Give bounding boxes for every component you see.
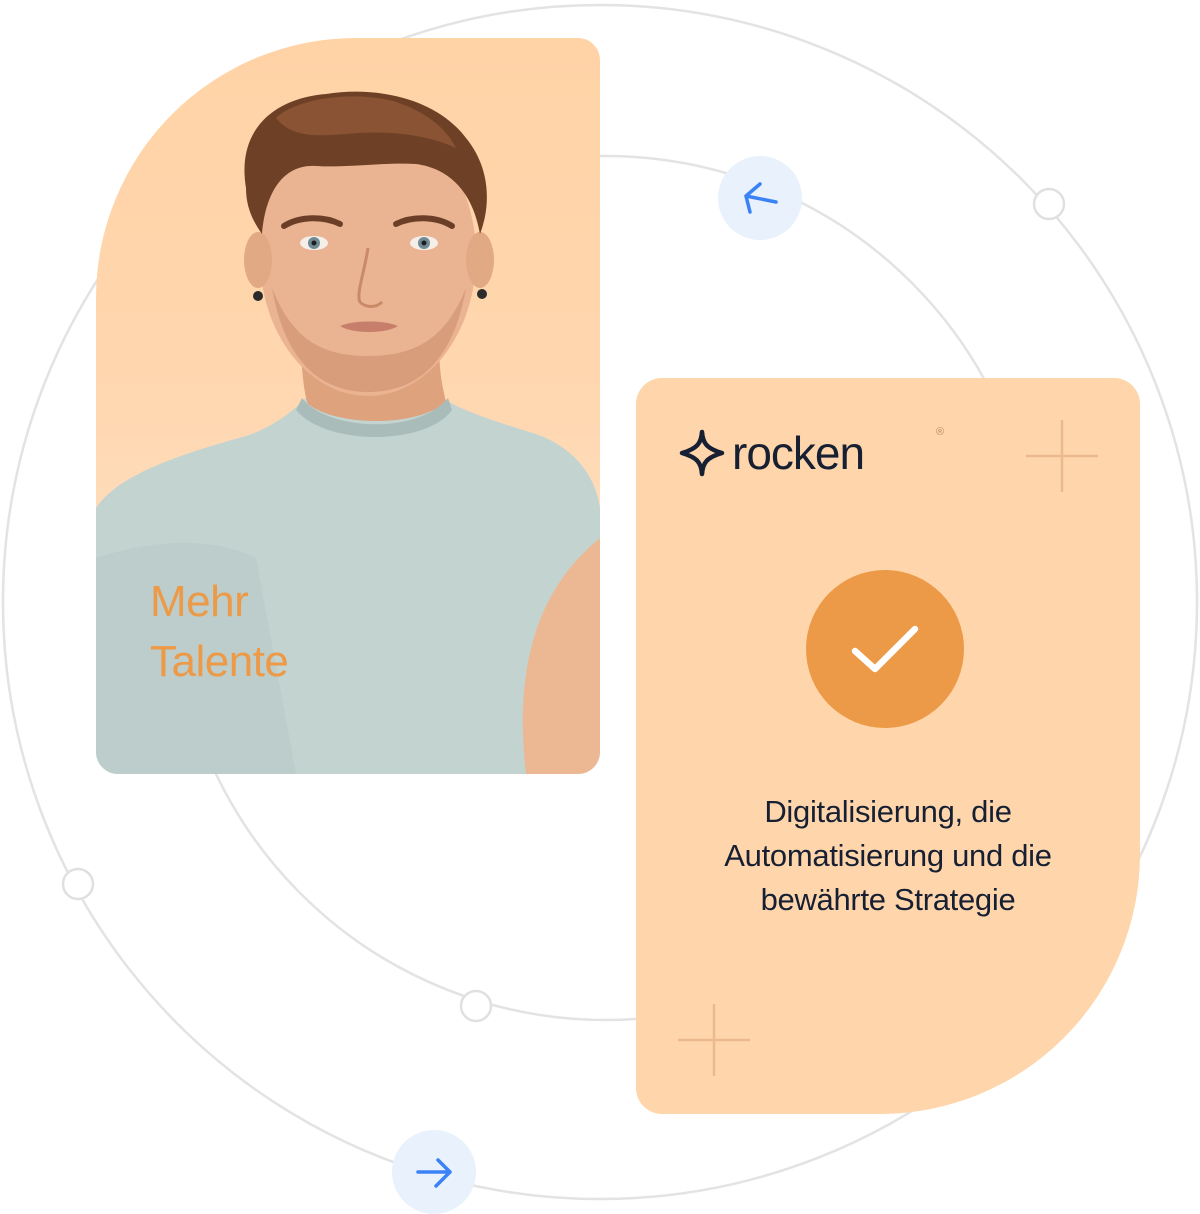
brand-name: rocken	[732, 427, 865, 479]
orbit-node	[1032, 187, 1066, 221]
arrow-left-icon	[744, 182, 778, 214]
registered-mark: ®	[936, 426, 945, 438]
success-badge	[806, 570, 964, 728]
rocken-logo: rocken ®	[678, 426, 944, 479]
talent-photo-card: Mehr Talente	[96, 38, 600, 774]
info-description: Digitalisierung, die Automatisierung und…	[656, 790, 1120, 922]
plus-decoration-icon	[1026, 420, 1098, 492]
caption-line: Mehr	[150, 577, 249, 626]
photo-caption: Mehr Talente	[150, 572, 289, 692]
next-button[interactable]	[392, 1130, 476, 1214]
info-line: Automatisierung und die	[724, 838, 1052, 873]
arrow-right-icon	[416, 1158, 452, 1188]
rocken-star-icon	[679, 429, 725, 477]
orbit-node	[459, 989, 493, 1023]
info-line: bewährte Strategie	[760, 882, 1016, 917]
previous-button[interactable]	[718, 156, 802, 240]
orbit-node	[61, 867, 95, 901]
plus-decoration-icon	[678, 1004, 750, 1076]
hero-illustration: Mehr Talente rocken ® Digitalisierung, d…	[0, 0, 1200, 1214]
checkmark-icon	[851, 625, 919, 673]
caption-line: Talente	[150, 637, 289, 686]
info-line: Digitalisierung, die	[764, 794, 1012, 829]
rocken-info-card: rocken ® Digitalisierung, die Automatisi…	[636, 378, 1140, 1114]
